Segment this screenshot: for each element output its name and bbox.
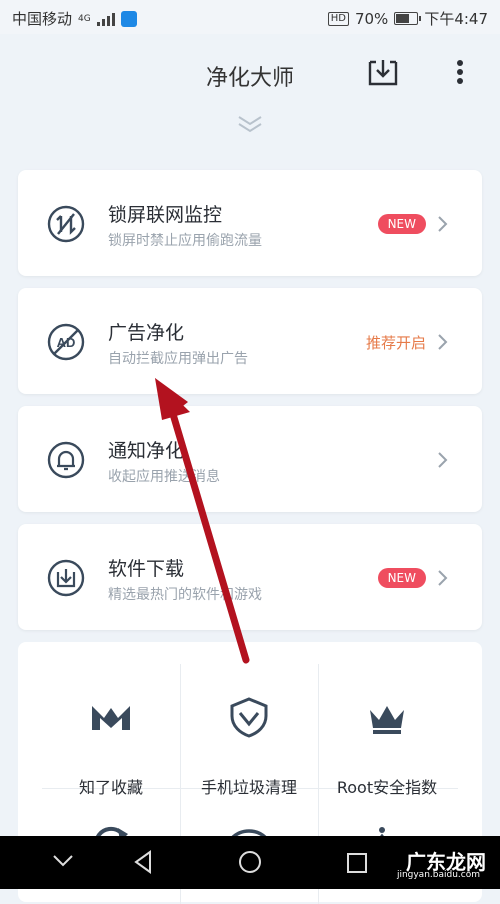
- chevron-right-icon: [438, 570, 448, 586]
- card-lockscreen-network-monitor[interactable]: 锁屏联网监控 锁屏时禁止应用偷跑流量 NEW: [18, 170, 482, 276]
- grid-item-label: Root安全指数: [336, 778, 438, 797]
- watermark-url: jingyan.baidu.com: [396, 870, 480, 880]
- back-icon[interactable]: [132, 850, 154, 874]
- new-badge: NEW: [377, 568, 426, 588]
- signal-icon: [96, 12, 115, 26]
- grid-item-junk-clean[interactable]: 手机垃圾清理: [180, 664, 318, 797]
- card-subtitle: 精选最热门的软件和游戏: [108, 587, 262, 603]
- new-badge: NEW: [377, 214, 426, 234]
- grid-item-zhiliao[interactable]: 知了收藏: [42, 664, 180, 797]
- network-type: 4G: [78, 13, 91, 24]
- crown-icon: [370, 706, 404, 734]
- network-transfer-icon: [47, 205, 85, 243]
- grid-item-label: 知了收藏: [78, 778, 143, 797]
- battery-icon: [394, 12, 422, 25]
- chevron-down-icon[interactable]: [52, 854, 74, 868]
- m-logo-icon: [92, 706, 130, 730]
- recents-icon[interactable]: [346, 852, 368, 874]
- carrier-label: 中国移动: [12, 10, 73, 28]
- card-notification-purify[interactable]: 通知净化 收起应用推送消息: [18, 406, 482, 512]
- chevron-right-icon: [438, 216, 448, 232]
- status-bar: 中国移动 4G HD 70% 下午4:47: [0, 0, 500, 34]
- battery-percent: 70%: [354, 9, 389, 28]
- grid-item-root-security[interactable]: Root安全指数: [318, 664, 456, 797]
- card-ad-purify[interactable]: AD 广告净化 自动拦截应用弹出广告 推荐开启: [18, 288, 482, 394]
- clock: 下午4:47: [424, 10, 488, 28]
- ad-block-icon: AD: [47, 323, 85, 361]
- recommend-enable-link[interactable]: 推荐开启: [366, 332, 426, 353]
- card-subtitle: 锁屏时禁止应用偷跑流量: [108, 233, 262, 249]
- grid-item-label: 手机垃圾清理: [200, 778, 297, 797]
- chevron-right-icon: [438, 452, 448, 468]
- card-subtitle: 自动拦截应用弹出广告: [108, 351, 248, 367]
- bell-icon: [47, 441, 85, 479]
- card-title: 广告净化: [108, 322, 185, 344]
- more-options-icon[interactable]: [454, 58, 466, 88]
- hd-icon: HD: [327, 11, 349, 26]
- home-icon[interactable]: [238, 850, 262, 874]
- download-tray-icon[interactable]: [366, 56, 400, 88]
- shield-icon: [230, 697, 268, 738]
- app-header: 净化大师: [0, 34, 500, 140]
- card-subtitle: 收起应用推送消息: [108, 469, 220, 485]
- chevron-down-double-icon[interactable]: [236, 114, 264, 134]
- download-icon: [47, 559, 85, 597]
- page-title: 净化大师: [205, 66, 294, 91]
- card-software-download[interactable]: 软件下载 精选最热门的软件和游戏 NEW: [18, 524, 482, 630]
- card-title: 通知净化: [108, 440, 185, 462]
- chevron-right-icon: [438, 334, 448, 350]
- app-notification-icon: [120, 10, 137, 27]
- card-title: 软件下载: [108, 558, 185, 580]
- card-title: 锁屏联网监控: [108, 204, 223, 226]
